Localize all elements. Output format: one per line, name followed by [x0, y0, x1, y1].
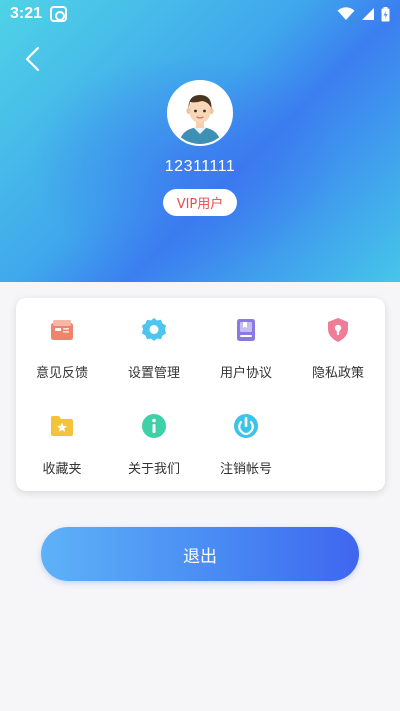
menu-item-label: 用户协议 — [219, 366, 272, 381]
avatar[interactable] — [167, 80, 233, 146]
menu-item-label: 意见反馈 — [35, 366, 88, 381]
vip-badge: VIP用户 — [163, 189, 237, 216]
user-avatar-icon — [169, 82, 231, 144]
menu-item-label: 关于我们 — [127, 462, 180, 477]
menu-item-delete-account[interactable]: 注销帐号 — [200, 394, 292, 477]
status-time: 3:21 — [10, 5, 43, 22]
menu-item-privacy-policy[interactable]: 隐私政策 — [292, 298, 384, 381]
username: 12311111 — [164, 158, 236, 175]
feedback-icon — [51, 320, 73, 340]
menu-card: 意见反馈 设置管理 用户协议 隐私政策 收藏夹 关于我们 注销帐号 — [16, 298, 385, 491]
menu-item-user-agreement[interactable]: 用户协议 — [200, 298, 292, 381]
menu-item-label: 隐私政策 — [311, 366, 364, 381]
notification-app-icon — [50, 6, 68, 22]
menu-item-settings[interactable]: 设置管理 — [108, 298, 200, 381]
menu-item-favorites[interactable]: 收藏夹 — [16, 394, 108, 477]
menu-item-label: 注销帐号 — [219, 462, 272, 477]
battery-icon — [381, 6, 390, 21]
menu-item-label: 设置管理 — [127, 366, 180, 381]
menu-item-about-us[interactable]: 关于我们 — [108, 394, 200, 477]
status-bar: 3:21 — [0, 0, 400, 28]
menu-item-label: 收藏夹 — [42, 462, 82, 477]
status-icons — [337, 6, 390, 22]
folder-star-icon — [51, 416, 73, 436]
power-icon — [234, 414, 258, 438]
menu-item-feedback[interactable]: 意见反馈 — [16, 298, 108, 381]
chevron-left-icon — [25, 46, 40, 72]
gear-icon — [142, 318, 166, 341]
info-icon — [142, 414, 166, 438]
wifi-icon — [337, 7, 355, 20]
shield-lock-icon — [328, 318, 348, 342]
logout-button[interactable]: 退出 — [41, 527, 359, 581]
book-icon — [237, 319, 255, 341]
signal-icon — [362, 8, 374, 20]
back-button[interactable] — [18, 44, 48, 74]
